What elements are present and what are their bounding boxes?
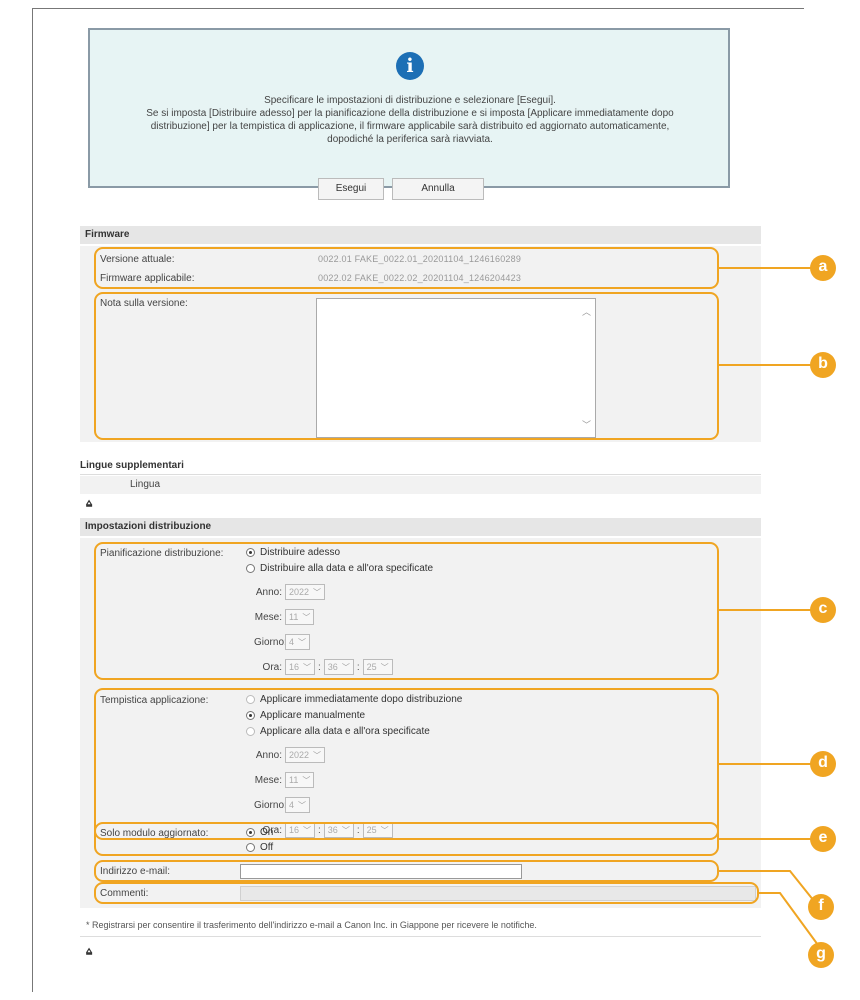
- callout-c: c: [810, 597, 836, 623]
- callout-e: e: [810, 826, 836, 852]
- callout-d: d: [810, 751, 836, 777]
- callout-f: f: [808, 894, 834, 920]
- callout-a: a: [810, 255, 836, 281]
- callout-g: g: [808, 942, 834, 968]
- callout-leaders: [719, 267, 820, 946]
- callout-b: b: [810, 352, 836, 378]
